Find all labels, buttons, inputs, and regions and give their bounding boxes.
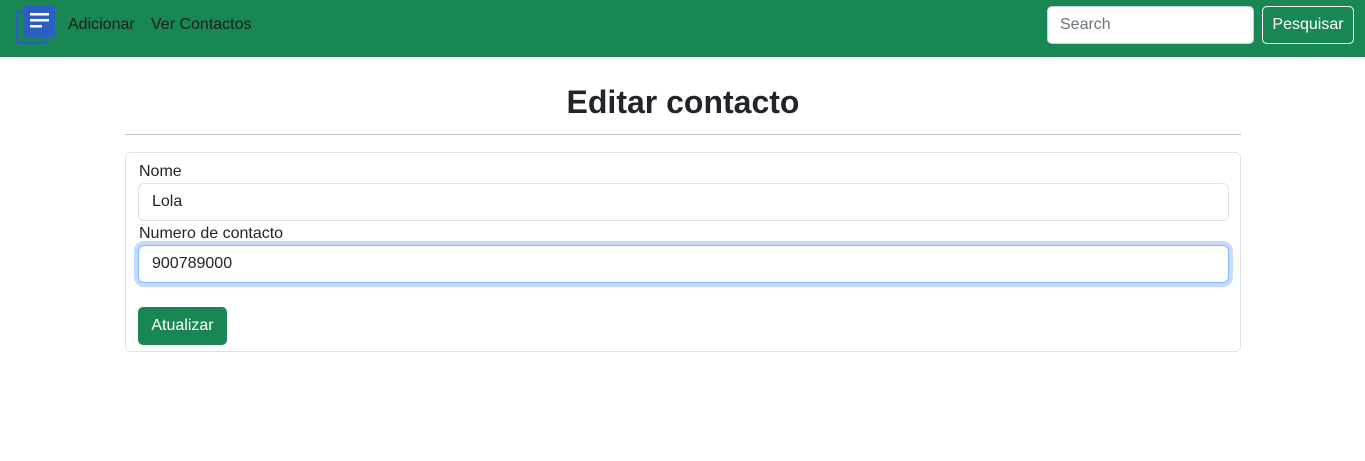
title-divider [125,134,1241,135]
name-field[interactable] [138,183,1229,221]
name-label: Nome [139,163,182,180]
top-navbar: Adicionar Ver Contactos Pesquisar [0,0,1365,57]
nav-link-adicionar[interactable]: Adicionar [68,16,135,34]
search-input[interactable] [1047,6,1254,44]
nav-link-ver-contactos[interactable]: Ver Contactos [151,16,252,34]
document-list-icon[interactable] [16,5,56,45]
contact-number-field[interactable] [138,245,1229,283]
edit-contact-form: Nome Numero de contacto Atualizar [125,152,1241,352]
contact-number-label: Numero de contacto [139,225,284,242]
search-button[interactable]: Pesquisar [1262,6,1354,44]
update-button[interactable]: Atualizar [138,307,227,345]
page-title: Editar contacto [566,84,800,120]
